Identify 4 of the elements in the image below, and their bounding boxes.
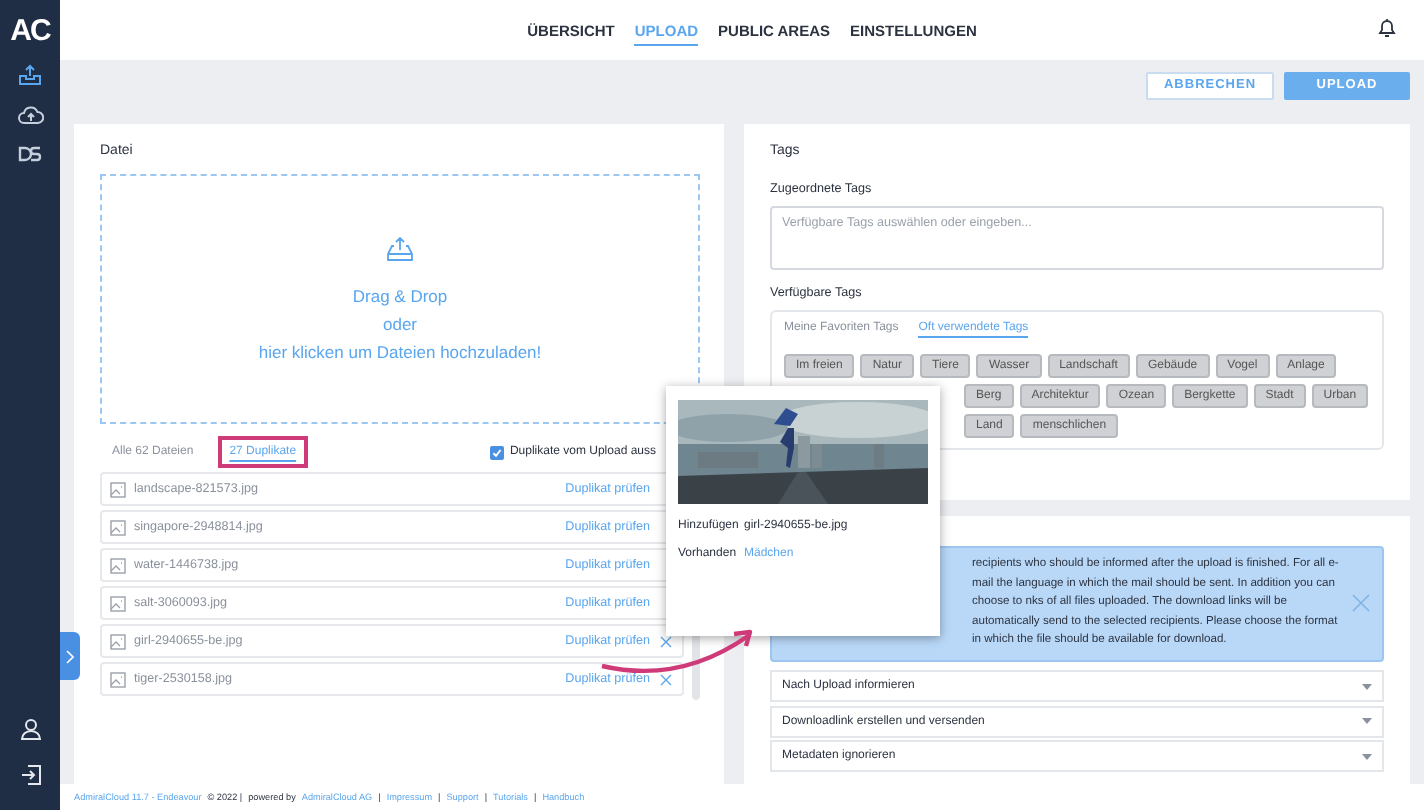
drop-text: hier klicken um Dateien hochzuladen! bbox=[258, 341, 542, 363]
drop-text: Drag & Drop bbox=[352, 285, 448, 307]
drop-text: oder bbox=[382, 313, 417, 335]
logo[interactable]: AC bbox=[10, 0, 50, 60]
